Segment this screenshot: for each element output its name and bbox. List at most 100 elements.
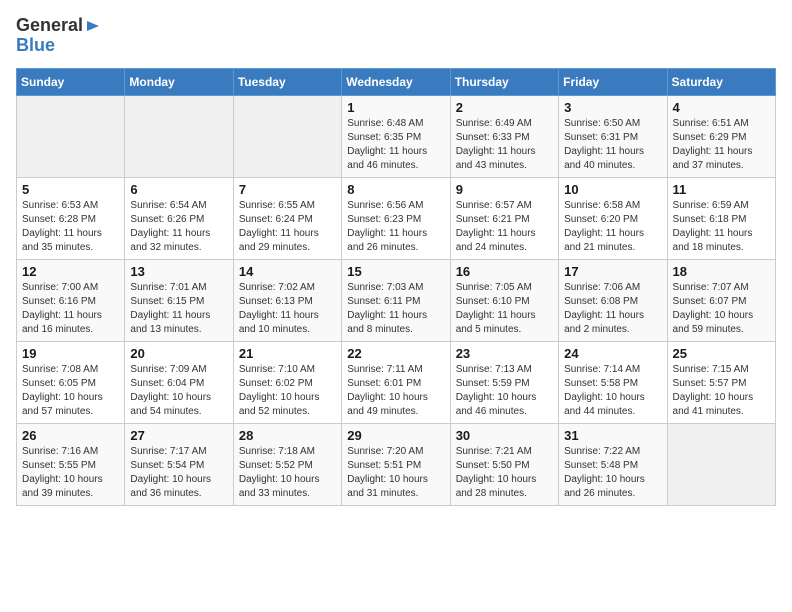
day-number: 28: [239, 428, 336, 443]
calendar-day-cell: 7 Sunrise: 6:55 AM Sunset: 6:24 PM Daylig…: [233, 177, 341, 259]
calendar-week-row: 19Sunrise: 7:08 AM Sunset: 6:05 PM Dayli…: [17, 341, 776, 423]
calendar-day-cell: 6 Sunrise: 6:54 AM Sunset: 6:26 PM Daylig…: [125, 177, 233, 259]
calendar-day-cell: 18 Sunrise: 7:07 AM Sunset: 6:07 PM Dayli…: [667, 259, 775, 341]
day-detail: Sunrise: 7:15 AM Sunset: 5:57 PM Dayligh…: [673, 363, 770, 419]
day-detail: Sunrise: 7:02 AM Sunset: 6:13 PM Dayligh…: [239, 281, 336, 337]
day-detail: Sunrise: 7:09 AM Sunset: 6:04 PM Dayligh…: [130, 363, 227, 419]
day-number: 24: [564, 346, 661, 361]
day-detail: Sunrise: 7:06 AM Sunset: 6:08 PM Dayligh…: [564, 281, 661, 337]
day-number: 9: [456, 182, 553, 197]
day-number: 7: [239, 182, 336, 197]
day-detail: Sunrise: 7:14 AM Sunset: 5:58 PM Dayligh…: [564, 363, 661, 419]
day-detail: Sunrise: 6:48 AM Sunset: 6:35 PM Dayligh…: [347, 117, 444, 173]
weekday-header: Sunday: [17, 68, 125, 95]
weekday-header: Friday: [559, 68, 667, 95]
day-number: 31: [564, 428, 661, 443]
calendar-day-cell: 2 Sunrise: 6:49 AM Sunset: 6:33 PM Daylig…: [450, 95, 558, 177]
weekday-header: Saturday: [667, 68, 775, 95]
day-detail: Sunrise: 6:53 AM Sunset: 6:28 PM Dayligh…: [22, 199, 119, 255]
calendar-day-cell: 15 Sunrise: 7:03 AM Sunset: 6:11 PM Dayli…: [342, 259, 450, 341]
weekday-header: Tuesday: [233, 68, 341, 95]
calendar-table: SundayMondayTuesdayWednesdayThursdayFrid…: [16, 68, 776, 506]
day-number: 10: [564, 182, 661, 197]
calendar-day-cell: 26Sunrise: 7:16 AM Sunset: 5:55 PM Dayli…: [17, 423, 125, 505]
day-detail: Sunrise: 7:01 AM Sunset: 6:15 PM Dayligh…: [130, 281, 227, 337]
calendar-day-cell: 8 Sunrise: 6:56 AM Sunset: 6:23 PM Daylig…: [342, 177, 450, 259]
calendar-day-cell: 12Sunrise: 7:00 AM Sunset: 6:16 PM Dayli…: [17, 259, 125, 341]
calendar-day-cell: 20 Sunrise: 7:09 AM Sunset: 6:04 PM Dayli…: [125, 341, 233, 423]
weekday-header: Wednesday: [342, 68, 450, 95]
day-number: 15: [347, 264, 444, 279]
calendar-day-cell: 28 Sunrise: 7:18 AM Sunset: 5:52 PM Dayli…: [233, 423, 341, 505]
calendar-day-cell: 3 Sunrise: 6:50 AM Sunset: 6:31 PM Daylig…: [559, 95, 667, 177]
calendar-day-cell: 13Sunrise: 7:01 AM Sunset: 6:15 PM Dayli…: [125, 259, 233, 341]
day-number: 29: [347, 428, 444, 443]
calendar-day-cell: 24 Sunrise: 7:14 AM Sunset: 5:58 PM Dayli…: [559, 341, 667, 423]
day-number: 1: [347, 100, 444, 115]
calendar-day-cell: 17 Sunrise: 7:06 AM Sunset: 6:08 PM Dayli…: [559, 259, 667, 341]
calendar-day-cell: 31 Sunrise: 7:22 AM Sunset: 5:48 PM Dayli…: [559, 423, 667, 505]
calendar-day-cell: 4Sunrise: 6:51 AM Sunset: 6:29 PM Daylig…: [667, 95, 775, 177]
calendar-week-row: 5 Sunrise: 6:53 AM Sunset: 6:28 PM Daylig…: [17, 177, 776, 259]
day-detail: Sunrise: 7:10 AM Sunset: 6:02 PM Dayligh…: [239, 363, 336, 419]
calendar-day-cell: 29 Sunrise: 7:20 AM Sunset: 5:51 PM Dayli…: [342, 423, 450, 505]
calendar-day-cell: 21 Sunrise: 7:10 AM Sunset: 6:02 PM Dayli…: [233, 341, 341, 423]
day-detail: Sunrise: 7:03 AM Sunset: 6:11 PM Dayligh…: [347, 281, 444, 337]
day-number: 16: [456, 264, 553, 279]
day-detail: Sunrise: 7:11 AM Sunset: 6:01 PM Dayligh…: [347, 363, 444, 419]
day-number: 8: [347, 182, 444, 197]
day-detail: Sunrise: 7:20 AM Sunset: 5:51 PM Dayligh…: [347, 445, 444, 501]
calendar-day-cell: 16 Sunrise: 7:05 AM Sunset: 6:10 PM Dayli…: [450, 259, 558, 341]
calendar-week-row: 1 Sunrise: 6:48 AM Sunset: 6:35 PM Daylig…: [17, 95, 776, 177]
day-detail: Sunrise: 6:51 AM Sunset: 6:29 PM Dayligh…: [673, 117, 770, 173]
day-detail: Sunrise: 7:05 AM Sunset: 6:10 PM Dayligh…: [456, 281, 553, 337]
day-detail: Sunrise: 7:07 AM Sunset: 6:07 PM Dayligh…: [673, 281, 770, 337]
day-detail: Sunrise: 6:56 AM Sunset: 6:23 PM Dayligh…: [347, 199, 444, 255]
day-detail: Sunrise: 7:08 AM Sunset: 6:05 PM Dayligh…: [22, 363, 119, 419]
day-detail: Sunrise: 6:59 AM Sunset: 6:18 PM Dayligh…: [673, 199, 770, 255]
calendar-day-cell: 27Sunrise: 7:17 AM Sunset: 5:54 PM Dayli…: [125, 423, 233, 505]
day-number: 25: [673, 346, 770, 361]
day-detail: Sunrise: 7:22 AM Sunset: 5:48 PM Dayligh…: [564, 445, 661, 501]
day-number: 26: [22, 428, 119, 443]
day-number: 2: [456, 100, 553, 115]
calendar-day-cell: [667, 423, 775, 505]
calendar-day-cell: 22Sunrise: 7:11 AM Sunset: 6:01 PM Dayli…: [342, 341, 450, 423]
day-detail: Sunrise: 7:21 AM Sunset: 5:50 PM Dayligh…: [456, 445, 553, 501]
calendar-day-cell: [125, 95, 233, 177]
day-detail: Sunrise: 6:54 AM Sunset: 6:26 PM Dayligh…: [130, 199, 227, 255]
day-number: 23: [456, 346, 553, 361]
day-detail: Sunrise: 7:17 AM Sunset: 5:54 PM Dayligh…: [130, 445, 227, 501]
day-number: 21: [239, 346, 336, 361]
day-detail: Sunrise: 7:18 AM Sunset: 5:52 PM Dayligh…: [239, 445, 336, 501]
logo: GeneralBlue: [16, 16, 103, 56]
day-number: 6: [130, 182, 227, 197]
day-detail: Sunrise: 6:50 AM Sunset: 6:31 PM Dayligh…: [564, 117, 661, 173]
page-header: GeneralBlue: [16, 16, 776, 56]
calendar-day-cell: 9 Sunrise: 6:57 AM Sunset: 6:21 PM Daylig…: [450, 177, 558, 259]
calendar-week-row: 12Sunrise: 7:00 AM Sunset: 6:16 PM Dayli…: [17, 259, 776, 341]
calendar-day-cell: 10 Sunrise: 6:58 AM Sunset: 6:20 PM Dayli…: [559, 177, 667, 259]
calendar-day-cell: 14Sunrise: 7:02 AM Sunset: 6:13 PM Dayli…: [233, 259, 341, 341]
day-number: 17: [564, 264, 661, 279]
day-detail: Sunrise: 6:57 AM Sunset: 6:21 PM Dayligh…: [456, 199, 553, 255]
calendar-day-cell: 11Sunrise: 6:59 AM Sunset: 6:18 PM Dayli…: [667, 177, 775, 259]
day-number: 30: [456, 428, 553, 443]
day-detail: Sunrise: 6:49 AM Sunset: 6:33 PM Dayligh…: [456, 117, 553, 173]
day-detail: Sunrise: 6:58 AM Sunset: 6:20 PM Dayligh…: [564, 199, 661, 255]
calendar-day-cell: [233, 95, 341, 177]
calendar-day-cell: 1 Sunrise: 6:48 AM Sunset: 6:35 PM Daylig…: [342, 95, 450, 177]
calendar-week-row: 26Sunrise: 7:16 AM Sunset: 5:55 PM Dayli…: [17, 423, 776, 505]
day-detail: Sunrise: 6:55 AM Sunset: 6:24 PM Dayligh…: [239, 199, 336, 255]
calendar-day-cell: 5 Sunrise: 6:53 AM Sunset: 6:28 PM Daylig…: [17, 177, 125, 259]
day-number: 12: [22, 264, 119, 279]
day-number: 18: [673, 264, 770, 279]
day-number: 20: [130, 346, 227, 361]
day-number: 3: [564, 100, 661, 115]
calendar-day-cell: 19Sunrise: 7:08 AM Sunset: 6:05 PM Dayli…: [17, 341, 125, 423]
calendar-day-cell: 25 Sunrise: 7:15 AM Sunset: 5:57 PM Dayli…: [667, 341, 775, 423]
calendar-day-cell: 23Sunrise: 7:13 AM Sunset: 5:59 PM Dayli…: [450, 341, 558, 423]
day-number: 5: [22, 182, 119, 197]
weekday-header: Thursday: [450, 68, 558, 95]
weekday-header: Monday: [125, 68, 233, 95]
